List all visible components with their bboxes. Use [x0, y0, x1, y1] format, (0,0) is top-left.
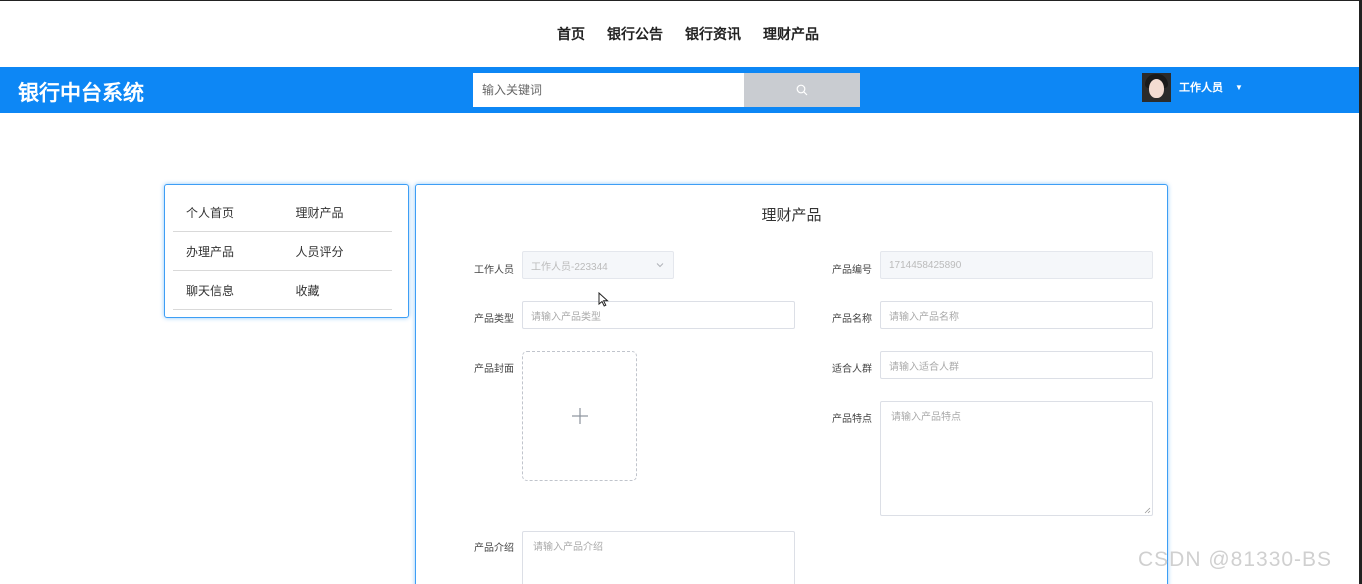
- user-name: 工作人员: [1179, 82, 1223, 94]
- product-name-label: 产品名称: [832, 314, 872, 325]
- staff-value: 工作人员-223344: [531, 261, 608, 273]
- brand-title: 银行中台系统: [18, 82, 144, 105]
- search-input[interactable]: [473, 73, 744, 107]
- menu-chat[interactable]: 聊天信息: [173, 282, 283, 299]
- audience-input[interactable]: 请输入适合人群: [880, 351, 1153, 379]
- cover-upload[interactable]: [522, 351, 637, 481]
- product-type-placeholder: 请输入产品类型: [531, 311, 601, 323]
- form-title: 理财产品: [761, 207, 822, 224]
- resize-grip-icon[interactable]: [1143, 506, 1151, 514]
- search-icon: [796, 84, 808, 96]
- menu-staff-rating[interactable]: 人员评分: [283, 243, 393, 260]
- intro-placeholder: 请输入产品介绍: [533, 542, 603, 553]
- staff-label: 工作人员: [474, 265, 514, 276]
- search-bar: [473, 73, 860, 107]
- product-form-panel: 理财产品 工作人员 工作人员-223344 产品编号 1714458425890…: [415, 184, 1168, 584]
- features-textarea[interactable]: 请输入产品特点: [880, 401, 1153, 516]
- nav-bank-news[interactable]: 银行资讯: [685, 24, 741, 44]
- menu-wealth-products[interactable]: 理财产品: [283, 204, 393, 221]
- plus-icon: [571, 408, 588, 424]
- side-menu-row: 聊天信息 收藏: [173, 271, 392, 310]
- staff-select[interactable]: 工作人员-223344: [522, 251, 674, 279]
- side-menu: 个人首页 理财产品 办理产品 人员评分 聊天信息 收藏: [164, 184, 409, 318]
- side-menu-row: 办理产品 人员评分: [173, 232, 392, 271]
- cover-label: 产品封面: [474, 364, 514, 375]
- nav-home[interactable]: 首页: [557, 24, 585, 44]
- header-bar: 银行中台系统 工作人员 ▼: [0, 67, 1359, 113]
- product-type-input[interactable]: 请输入产品类型: [522, 301, 795, 329]
- product-no-label: 产品编号: [832, 265, 872, 276]
- search-button[interactable]: [744, 73, 860, 107]
- product-name-placeholder: 请输入产品名称: [889, 311, 959, 323]
- caret-down-icon: ▼: [1235, 82, 1243, 92]
- features-label: 产品特点: [832, 414, 872, 425]
- user-menu[interactable]: 工作人员 ▼: [1142, 72, 1243, 102]
- product-no-field[interactable]: 1714458425890: [880, 251, 1153, 279]
- menu-personal-home[interactable]: 个人首页: [173, 204, 283, 221]
- intro-textarea[interactable]: 请输入产品介绍: [522, 531, 795, 584]
- audience-label: 适合人群: [832, 364, 872, 375]
- avatar: [1142, 72, 1171, 102]
- watermark: CSDN @81330-BS: [1138, 548, 1333, 571]
- product-name-input[interactable]: 请输入产品名称: [880, 301, 1153, 329]
- features-placeholder: 请输入产品特点: [891, 412, 961, 423]
- nav-wealth-products[interactable]: 理财产品: [763, 24, 819, 44]
- menu-handle-products[interactable]: 办理产品: [173, 243, 283, 260]
- side-menu-row: 个人首页 理财产品: [173, 193, 392, 232]
- top-nav: 首页 银行公告 银行资讯 理财产品: [0, 0, 1362, 67]
- mouse-cursor-icon: [598, 292, 609, 307]
- intro-label: 产品介绍: [474, 543, 514, 554]
- menu-favorites[interactable]: 收藏: [283, 282, 393, 299]
- product-type-label: 产品类型: [474, 314, 514, 325]
- nav-bank-notice[interactable]: 银行公告: [607, 24, 663, 44]
- audience-placeholder: 请输入适合人群: [889, 361, 959, 373]
- product-no-value: 1714458425890: [889, 259, 962, 271]
- chevron-down-icon: [656, 263, 664, 268]
